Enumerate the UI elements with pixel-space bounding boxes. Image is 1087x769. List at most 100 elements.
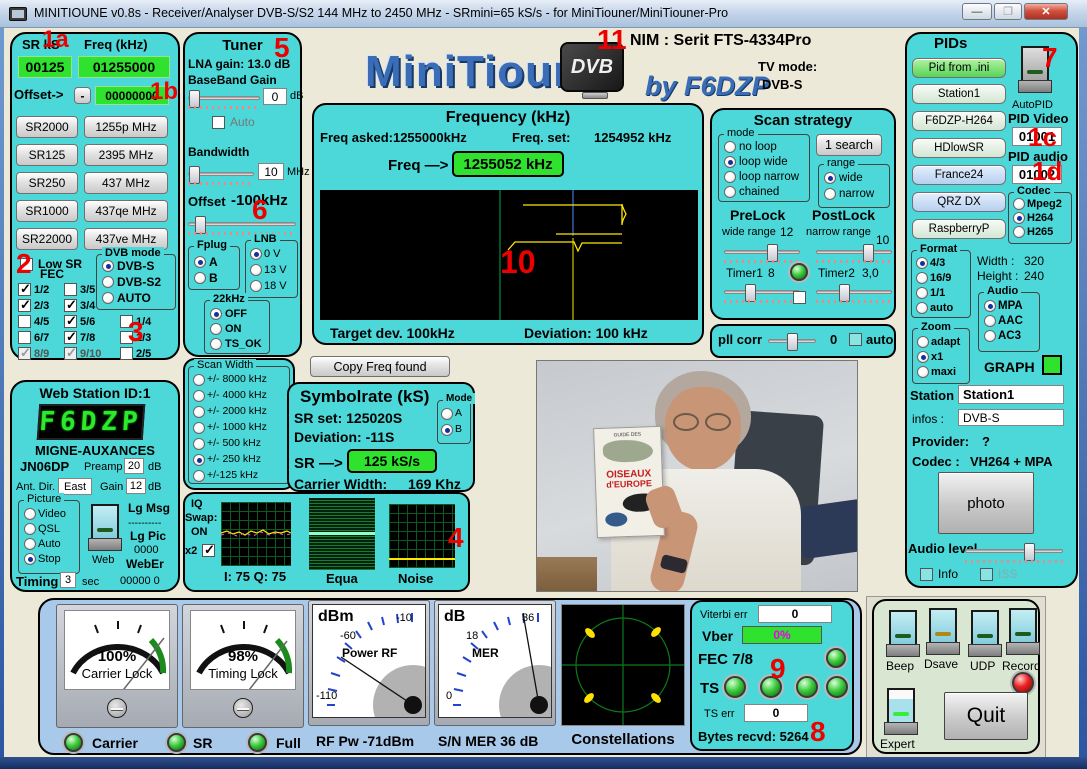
pid-raspberry-button[interactable]: RaspberryP (912, 219, 1006, 239)
mode-loopwide-radio[interactable] (724, 156, 736, 168)
format-auto-radio[interactable] (916, 302, 928, 314)
x2-checkbox[interactable] (202, 544, 215, 557)
pll-corr-slider[interactable] (768, 339, 816, 343)
dvb-s-radio[interactable] (102, 260, 114, 272)
scanwidth-250-radio[interactable] (193, 454, 205, 466)
fec-checkbox[interactable] (64, 315, 77, 328)
scanwidth-2000-radio[interactable] (193, 406, 205, 418)
tuner-offset-slider[interactable] (188, 222, 296, 226)
baseband-gain-slider[interactable] (188, 96, 260, 100)
sr-preset-button[interactable]: SR22000 (16, 228, 78, 250)
timer2-slider[interactable] (816, 290, 892, 294)
22khz-tsok-radio[interactable] (210, 338, 222, 350)
fec-checkbox[interactable] (64, 331, 77, 344)
sr-value-field[interactable]: 00125 (18, 56, 72, 78)
fec-checkbox[interactable] (18, 283, 31, 296)
baseband-gain-field[interactable]: 0 (263, 88, 287, 105)
picture-qsl-radio[interactable] (24, 523, 36, 535)
range-narrow-radio[interactable] (824, 188, 836, 200)
graph-indicator[interactable] (1042, 355, 1062, 375)
slider-thumb[interactable] (787, 333, 798, 351)
picture-video-radio[interactable] (24, 508, 36, 520)
minimize-button[interactable]: — (962, 3, 992, 20)
sr-preset-button[interactable]: SR250 (16, 172, 78, 194)
freq-value-field[interactable]: 01255000 (78, 56, 170, 78)
fec-checkbox[interactable] (64, 299, 77, 312)
dvb-s2-radio[interactable] (102, 276, 114, 288)
22khz-on-radio[interactable] (210, 323, 222, 335)
picture-auto-radio[interactable] (24, 538, 36, 550)
zoom-x1-radio[interactable] (917, 351, 929, 363)
dvb-auto-radio[interactable] (102, 292, 114, 304)
web-switch[interactable] (88, 504, 122, 552)
fplug-a-radio[interactable] (194, 256, 206, 268)
photo-button[interactable]: photo (938, 472, 1034, 534)
pid-station1-button[interactable]: Station1 (912, 84, 1006, 104)
dsave-switch[interactable] (926, 608, 960, 656)
pid-hdlowsr-button[interactable]: HDlowSR (912, 138, 1006, 158)
pid-f6dzp-button[interactable]: F6DZP-H264 (912, 111, 1006, 131)
quit-button[interactable]: Quit (944, 692, 1028, 740)
scanwidth-8000-radio[interactable] (193, 374, 205, 386)
mode-loopnarrow-radio[interactable] (724, 171, 736, 183)
infos-field[interactable]: DVB-S (958, 409, 1064, 426)
sr-preset-button[interactable]: SR2000 (16, 116, 78, 138)
scan-checkbox[interactable] (793, 291, 806, 304)
scanwidth-500-radio[interactable] (193, 438, 205, 450)
bandwidth-field[interactable]: 10 (258, 163, 284, 180)
codec-mpeg2-radio[interactable] (1013, 198, 1025, 210)
22khz-off-radio[interactable] (210, 308, 222, 320)
format-43-radio[interactable] (916, 257, 928, 269)
sr-preset-button[interactable]: SR1000 (16, 200, 78, 222)
expert-switch[interactable] (884, 688, 918, 736)
offset-minus-button[interactable]: - (74, 87, 91, 104)
info-checkbox[interactable] (920, 568, 933, 581)
wide-range-slider[interactable] (724, 250, 800, 254)
pid-qrzdx-button[interactable]: QRZ DX (912, 192, 1006, 212)
format-11-radio[interactable] (916, 287, 928, 299)
pll-auto-checkbox[interactable] (849, 333, 862, 346)
title-bar[interactable]: MINITIOUNE v0.8s - Receiver/Analyser DVB… (0, 0, 1087, 28)
fplug-b-radio[interactable] (194, 272, 206, 284)
fec-checkbox[interactable] (120, 347, 133, 360)
sr-mode-b-radio[interactable] (441, 424, 453, 436)
fec-checkbox[interactable] (18, 347, 31, 360)
lnb-0v-radio[interactable] (250, 248, 262, 260)
timing-field[interactable]: 3 (60, 572, 76, 588)
scanwidth-125-radio[interactable] (193, 470, 205, 482)
bandwidth-slider[interactable] (188, 172, 254, 176)
copy-freq-button[interactable]: Copy Freq found (310, 356, 450, 377)
mode-noloop-radio[interactable] (724, 141, 736, 153)
sr-preset-button[interactable]: SR125 (16, 144, 78, 166)
fec-checkbox[interactable] (64, 347, 77, 360)
mode-chained-radio[interactable] (724, 186, 736, 198)
scanwidth-1000-radio[interactable] (193, 422, 205, 434)
fec-checkbox[interactable] (64, 283, 77, 296)
audio-ac3-radio[interactable] (984, 330, 996, 342)
baseband-auto-checkbox[interactable] (212, 116, 225, 129)
gain-field[interactable]: 12 (126, 478, 146, 494)
iss-checkbox[interactable] (980, 568, 993, 581)
audio-aac-radio[interactable] (984, 315, 996, 327)
zoom-maxi-radio[interactable] (917, 366, 929, 378)
codec-h265-radio[interactable] (1013, 226, 1025, 238)
maximize-button[interactable]: ❐ (994, 3, 1022, 20)
record-switch[interactable] (1006, 608, 1040, 656)
range-wide-radio[interactable] (824, 172, 836, 184)
freq-preset-button[interactable]: 1255p MHz (84, 116, 168, 138)
lnb-13v-radio[interactable] (250, 264, 262, 276)
picture-stop-radio[interactable] (24, 553, 36, 565)
zoom-adapt-radio[interactable] (917, 336, 929, 348)
audio-level-slider[interactable] (965, 549, 1063, 553)
fec-checkbox[interactable] (18, 331, 31, 344)
timer1-slider[interactable] (724, 290, 800, 294)
freq-preset-button[interactable]: 437 MHz (84, 172, 168, 194)
codec-h264-radio[interactable] (1013, 212, 1025, 224)
narrow-range-slider[interactable] (816, 250, 892, 254)
beep-switch[interactable] (886, 610, 920, 658)
pid-from-ini-button[interactable]: Pid from .ini (912, 58, 1006, 78)
audio-mpa-radio[interactable] (984, 300, 996, 312)
udp-switch[interactable] (968, 610, 1002, 658)
scanwidth-4000-radio[interactable] (193, 390, 205, 402)
freq-preset-button[interactable]: 437qe MHz (84, 200, 168, 222)
